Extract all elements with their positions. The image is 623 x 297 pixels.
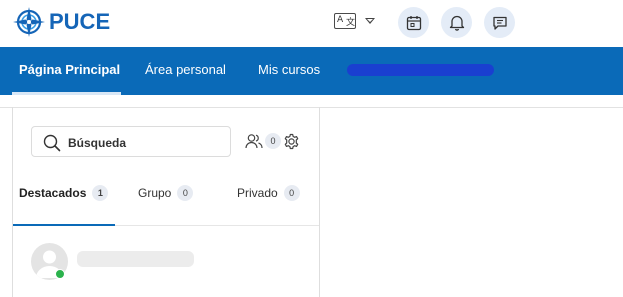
compass-logo-icon [13, 7, 45, 37]
gear-icon[interactable] [283, 133, 300, 150]
active-nav-indicator [12, 92, 121, 95]
search-placeholder: Búsqueda [68, 136, 127, 150]
tab-private-label: Privado [237, 186, 278, 200]
contacts-button[interactable]: 0 [245, 133, 281, 149]
contacts-icon [245, 134, 263, 149]
notifications-button[interactable] [441, 7, 472, 38]
tab-group-label: Grupo [138, 186, 172, 200]
messages-button[interactable] [484, 7, 515, 38]
bell-icon [449, 15, 464, 31]
tab-private[interactable]: Privado 0 [237, 185, 300, 201]
active-tab-indicator [13, 224, 115, 226]
contacts-count-badge: 0 [265, 133, 281, 149]
tab-group[interactable]: Grupo 0 [138, 185, 194, 201]
tab-starred-label: Destacados [19, 186, 87, 200]
chat-icon [492, 16, 507, 30]
language-selector[interactable]: A文 [334, 13, 375, 29]
nav-item-redacted[interactable] [347, 64, 494, 76]
online-status-dot [55, 269, 65, 279]
tab-starred-count: 1 [92, 185, 109, 201]
tab-starred[interactable]: Destacados 1 [19, 185, 109, 201]
main-navigation: Página Principal Área personal Mis curso… [0, 47, 623, 95]
search-input[interactable]: Búsqueda [31, 126, 231, 157]
calendar-button[interactable] [398, 7, 429, 38]
nav-item-home[interactable]: Página Principal [19, 47, 120, 95]
site-logo[interactable]: PUCE [12, 6, 110, 38]
conversation-name-redacted[interactable] [77, 251, 194, 267]
translate-icon: A文 [334, 13, 356, 29]
calendar-icon [406, 15, 421, 30]
nav-item-personal-area[interactable]: Área personal [145, 47, 226, 95]
nav-item-my-courses[interactable]: Mis cursos [258, 47, 320, 95]
logo-text: PUCE [49, 9, 111, 34]
tab-private-count: 0 [283, 185, 300, 201]
top-bar: PUCE A文 [0, 0, 623, 47]
chevron-down-icon [365, 18, 375, 24]
tab-group-count: 0 [177, 185, 194, 201]
search-icon [43, 134, 61, 152]
